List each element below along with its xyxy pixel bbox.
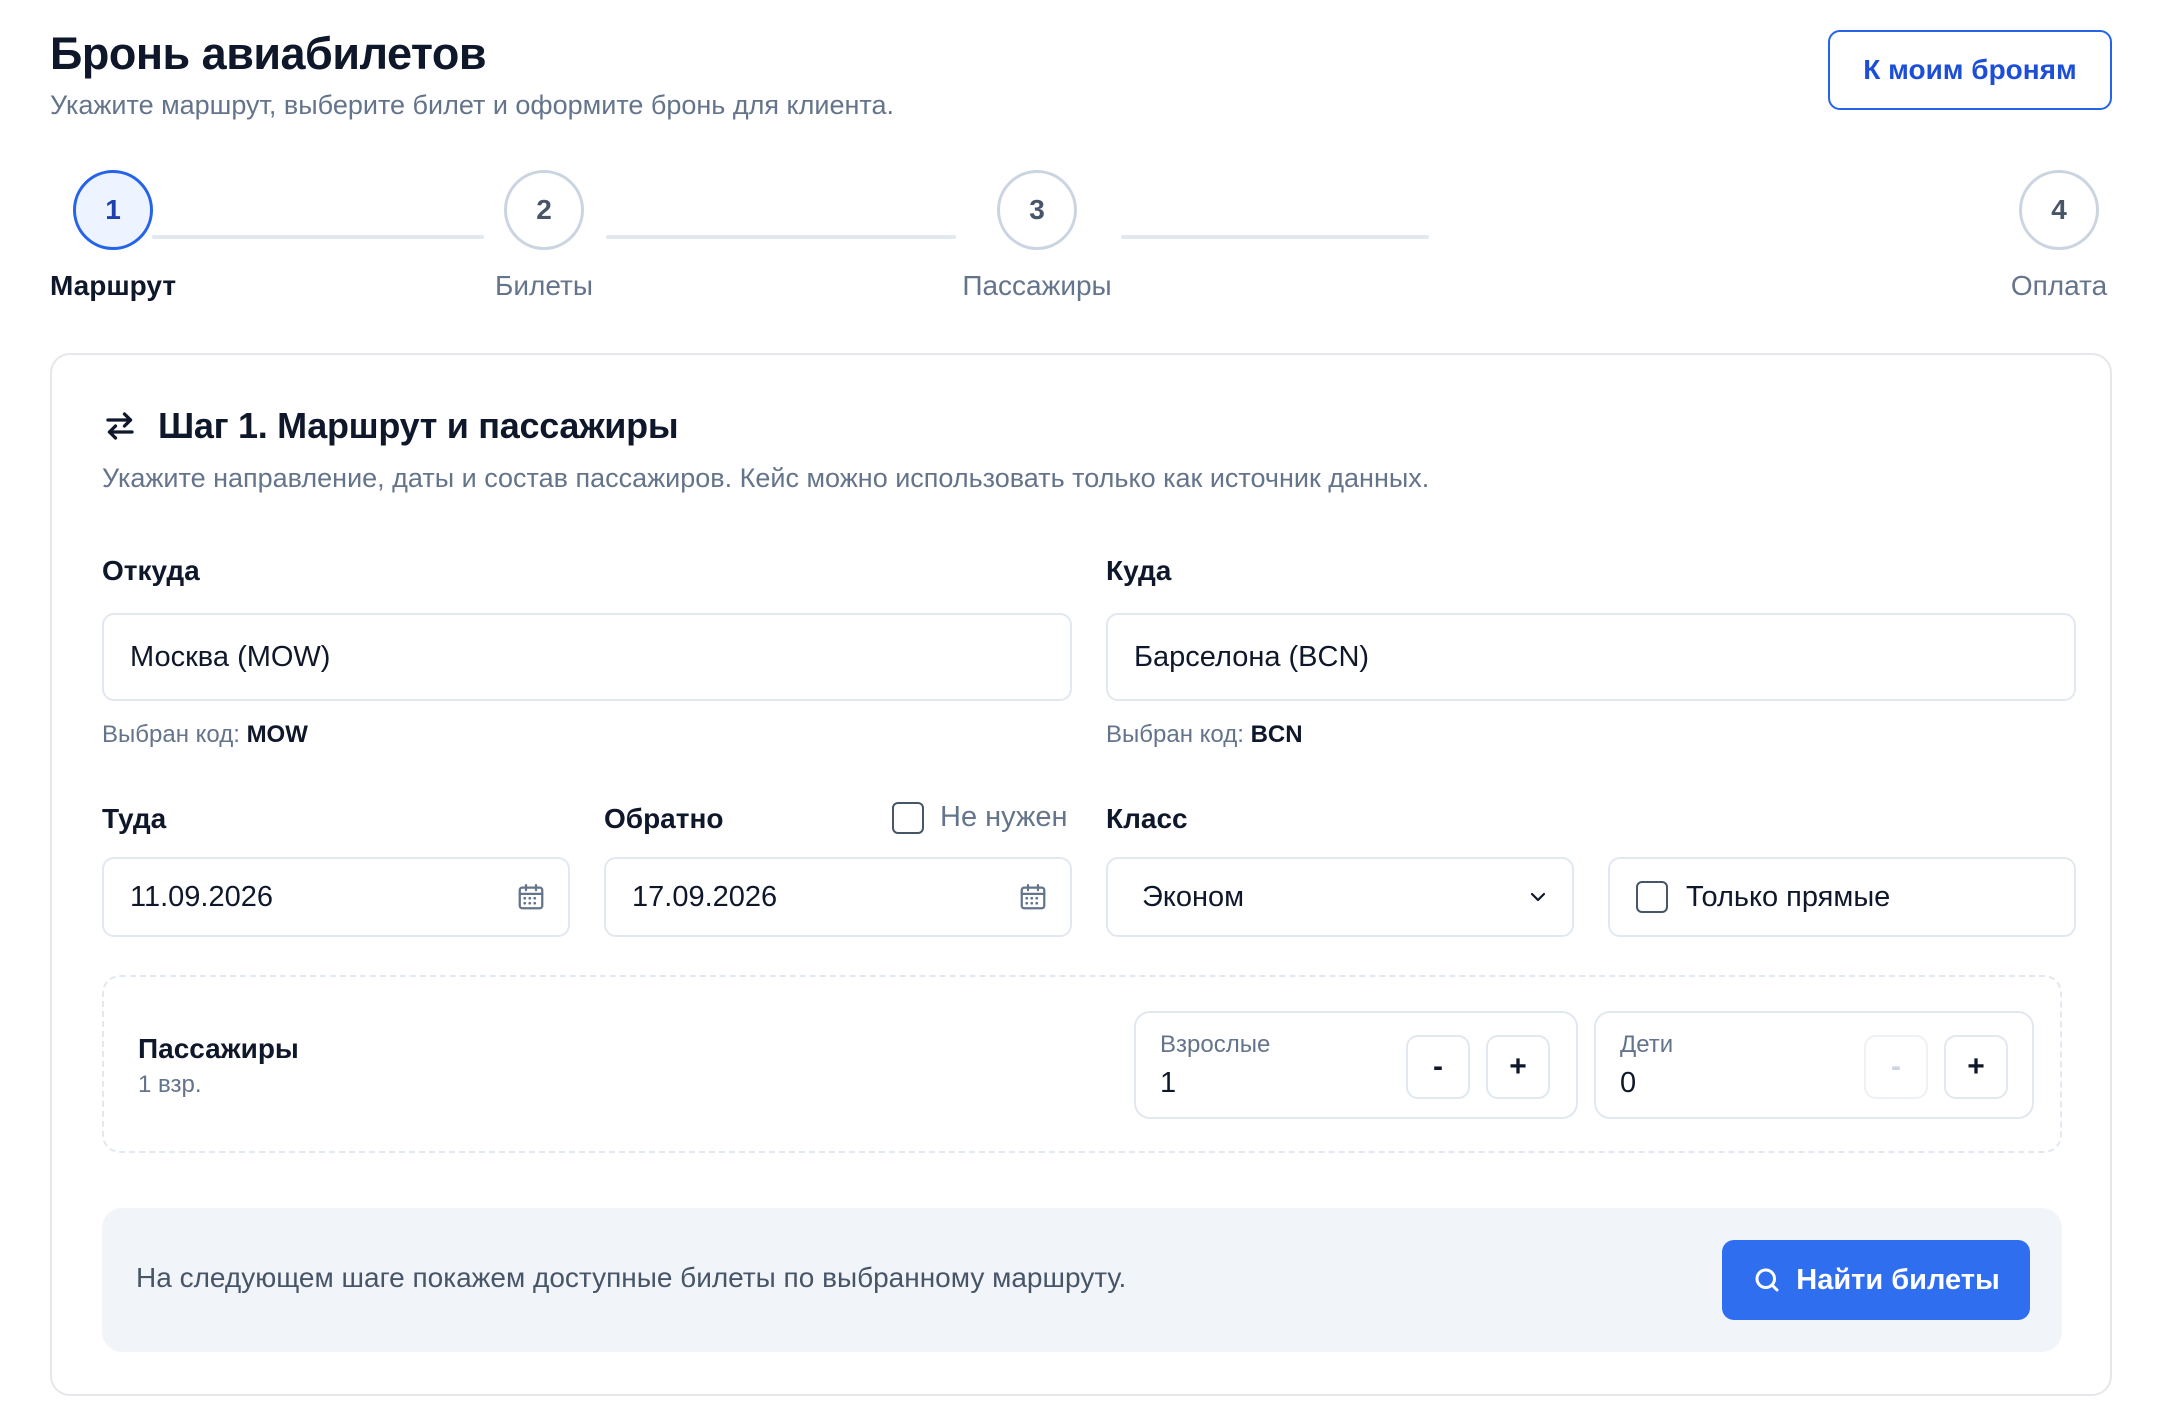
to-code: BCN: [1250, 721, 1303, 748]
return-date-value: 17.09.2026: [632, 880, 778, 913]
adults-value: 1: [1160, 1067, 1177, 1099]
depart-date-input[interactable]: 11.09.2026: [102, 857, 570, 937]
direct-only-checkbox[interactable]: [1636, 881, 1668, 913]
find-tickets-label: Найти билеты: [1796, 1263, 2000, 1296]
step-number: 3: [997, 170, 1077, 250]
step-route[interactable]: 1 Маршрут: [50, 170, 176, 302]
to-code-hint: Выбран код: BCN: [1106, 721, 1303, 749]
calendar-icon[interactable]: [1018, 882, 1048, 912]
step-payment[interactable]: 4 Оплата: [2006, 170, 2112, 302]
to-input-value: Барселона (BCN): [1134, 640, 1370, 673]
page-title: Бронь авиабилетов: [50, 28, 487, 79]
passengers-summary: 1 взр.: [138, 1071, 202, 1098]
step-label: Билеты: [495, 270, 593, 301]
page-subtitle: Укажите маршрут, выберите билет и оформи…: [50, 90, 894, 120]
no-return-checkbox[interactable]: [892, 801, 924, 834]
route-card: Шаг 1. Маршрут и пассажиры Укажите напра…: [50, 353, 2112, 1396]
step-connector: [1121, 235, 1429, 239]
class-select-value: Эконом: [1142, 880, 1245, 913]
from-code: MOW: [246, 721, 308, 748]
card-subtitle: Укажите направление, даты и состав пасса…: [102, 463, 1430, 493]
return-date-input[interactable]: 17.09.2026: [604, 857, 1072, 937]
find-tickets-button[interactable]: Найти билеты: [1722, 1240, 2030, 1320]
direct-only-toggle[interactable]: Только прямые: [1608, 857, 2076, 937]
swap-arrows-icon: [102, 408, 138, 444]
calendar-icon[interactable]: [516, 882, 546, 912]
no-return-label: Не нужен: [940, 801, 1068, 833]
step-label: Пассажиры: [962, 270, 1112, 301]
class-label: Класс: [1106, 803, 1188, 834]
step-label: Маршрут: [49, 270, 177, 301]
from-input-value: Москва (MOW): [130, 640, 331, 673]
from-hint-prefix: Выбран код:: [102, 721, 240, 748]
passengers-title: Пассажиры: [138, 1033, 299, 1064]
from-code-hint: Выбран код: MOW: [102, 721, 308, 749]
adults-counter: Взрослые 1 - +: [1134, 1011, 1578, 1119]
next-step-note: На следующем шаге покажем доступные биле…: [136, 1262, 1127, 1293]
passengers-panel: Пассажиры 1 взр. Взрослые 1 - + Дети 0 -…: [102, 975, 2062, 1153]
chevron-down-icon: [1526, 885, 1550, 909]
my-bookings-button[interactable]: К моим броням: [1828, 30, 2112, 110]
children-counter: Дети 0 - +: [1594, 1011, 2034, 1119]
step-number: 2: [504, 170, 584, 250]
page-header: Бронь авиабилетов Укажите маршрут, выбер…: [50, 28, 2112, 128]
depart-date-value: 11.09.2026: [130, 880, 273, 913]
to-label: Куда: [1106, 555, 1172, 586]
card-title-row: Шаг 1. Маршрут и пассажиры: [102, 405, 679, 447]
step-number: 1: [73, 170, 153, 250]
step-passengers[interactable]: 3 Пассажиры: [962, 170, 1112, 302]
step-tickets[interactable]: 2 Билеты: [494, 170, 594, 302]
children-label: Дети: [1620, 1031, 1674, 1058]
to-hint-prefix: Выбран код:: [1106, 721, 1244, 748]
step-label: Оплата: [2010, 270, 2108, 301]
no-return-toggle[interactable]: Не нужен: [892, 801, 1068, 834]
search-footer: На следующем шаге покажем доступные биле…: [102, 1208, 2062, 1352]
to-input[interactable]: Барселона (BCN): [1106, 613, 2076, 701]
card-title: Шаг 1. Маршрут и пассажиры: [158, 405, 679, 446]
children-minus-button[interactable]: -: [1864, 1035, 1928, 1099]
return-label: Обратно: [604, 803, 724, 834]
children-value: 0: [1620, 1067, 1637, 1099]
from-label: Откуда: [102, 555, 200, 586]
adults-label: Взрослые: [1160, 1031, 1271, 1058]
children-plus-button[interactable]: +: [1944, 1035, 2008, 1099]
step-connector: [152, 235, 484, 239]
adults-minus-button[interactable]: -: [1406, 1035, 1470, 1099]
search-icon: [1752, 1265, 1782, 1295]
step-number: 4: [2019, 170, 2099, 250]
direct-only-label: Только прямые: [1686, 880, 1891, 913]
from-input[interactable]: Москва (MOW): [102, 613, 1072, 701]
booking-stepper: 1 Маршрут 2 Билеты 3 Пассажиры 4 Оплата: [50, 170, 2112, 310]
class-select[interactable]: Эконом: [1106, 857, 1574, 937]
step-connector: [606, 235, 956, 239]
adults-plus-button[interactable]: +: [1486, 1035, 1550, 1099]
depart-label: Туда: [102, 803, 167, 834]
